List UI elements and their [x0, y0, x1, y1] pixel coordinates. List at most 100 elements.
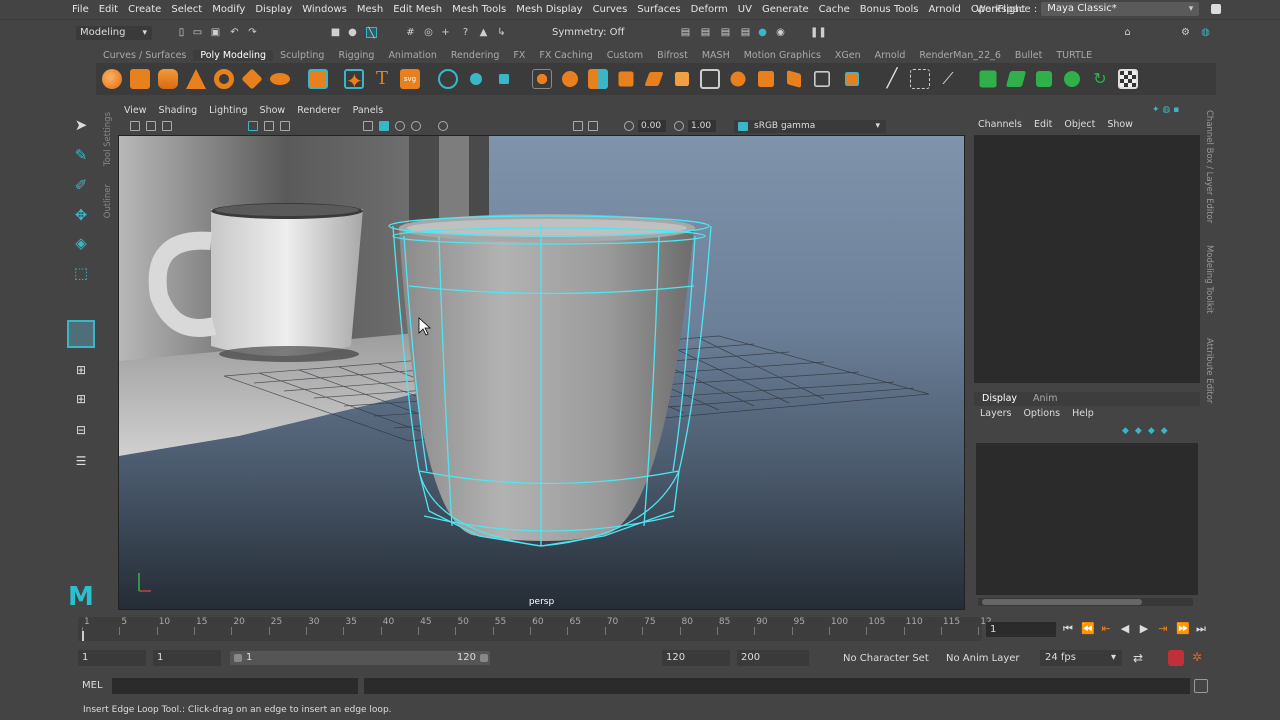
lock-icon[interactable]: [1211, 4, 1222, 14]
menu-create[interactable]: Create: [123, 4, 166, 15]
film-gate-icon[interactable]: [264, 121, 274, 131]
go-to-end-icon[interactable]: ⏭: [1195, 622, 1207, 636]
new-layer-icons[interactable]: ◆◆◆◆: [1122, 426, 1174, 436]
outliner-tab[interactable]: Outliner: [103, 184, 113, 218]
wireframe-icon[interactable]: [363, 121, 373, 131]
command-input[interactable]: [112, 678, 358, 694]
menu-edit[interactable]: Edit: [94, 4, 123, 15]
gamma-field[interactable]: 1.00: [688, 120, 716, 132]
poly-cube-icon[interactable]: [130, 69, 150, 89]
exposure-field[interactable]: 0.00: [638, 120, 666, 132]
shelf-tab-poly-modeling[interactable]: Poly Modeling: [193, 49, 274, 61]
mirror-icon[interactable]: [588, 69, 608, 89]
channels-menu[interactable]: Channels: [972, 119, 1028, 133]
select-tool-icon[interactable]: ➤: [70, 114, 92, 136]
channel-object-menu[interactable]: Object: [1058, 119, 1101, 133]
resolution-gate-icon[interactable]: [280, 121, 290, 131]
fps-dropdown[interactable]: 24 fps: [1040, 650, 1122, 666]
extrude-icon[interactable]: [644, 72, 664, 86]
layer-scrollbar[interactable]: [978, 598, 1193, 606]
redo-icon[interactable]: ↷: [247, 27, 258, 38]
menu-generate[interactable]: Generate: [757, 4, 814, 15]
camera-tools-icon[interactable]: ⌂: [1122, 27, 1133, 38]
current-frame-field[interactable]: 1: [986, 622, 1056, 637]
render-view-icon[interactable]: ▤: [680, 27, 691, 38]
step-forward-key-icon[interactable]: ⇥: [1157, 622, 1169, 636]
snap-point-icon[interactable]: +: [440, 27, 451, 38]
cylindrical-map-icon[interactable]: [1036, 71, 1052, 87]
viewport-menu-show[interactable]: Show: [254, 105, 292, 116]
layer-help-menu[interactable]: Help: [1066, 408, 1100, 419]
bevel-icon[interactable]: [675, 72, 689, 86]
script-language-toggle[interactable]: MEL: [82, 680, 103, 691]
checker-map-icon[interactable]: [1118, 69, 1138, 89]
extract-icon[interactable]: [562, 71, 578, 87]
symmetry-label[interactable]: Symmetry: Off: [552, 27, 624, 38]
append-icon[interactable]: [758, 71, 774, 87]
help-icon[interactable]: ?: [460, 27, 471, 38]
render-current-icon[interactable]: ▤: [700, 27, 711, 38]
bookmark-icon[interactable]: [162, 121, 172, 131]
channel-box-side-tab[interactable]: Channel Box / Layer Editor: [1204, 110, 1214, 223]
shelf-tab-bullet[interactable]: Bullet: [1008, 50, 1049, 61]
shelf-tab-motion-graphics[interactable]: Motion Graphics: [737, 50, 828, 61]
combine-icon[interactable]: [438, 69, 458, 89]
knife-icon[interactable]: ╱: [882, 69, 902, 89]
poly-sphere-icon[interactable]: [102, 69, 122, 89]
outliner-layout-icon[interactable]: ☰: [70, 450, 92, 472]
menu-windows[interactable]: Windows: [297, 4, 352, 15]
bounding-box-icon[interactable]: [814, 71, 830, 87]
workspace-icon[interactable]: ◍: [1200, 27, 1211, 38]
poly-disc-icon[interactable]: [270, 73, 290, 85]
shelf-tab-fx-caching[interactable]: FX Caching: [532, 50, 599, 61]
anim-layer-tab[interactable]: Anim: [1025, 392, 1065, 406]
camera-icon[interactable]: [130, 121, 140, 131]
poly-type-icon[interactable]: T: [372, 69, 392, 89]
layer-options-menu[interactable]: Options: [1017, 408, 1066, 419]
shelf-tab-rigging[interactable]: Rigging: [331, 50, 381, 61]
animation-end-field[interactable]: 200: [737, 650, 809, 666]
shelf-tab-sculpting[interactable]: Sculpting: [273, 50, 331, 61]
uv-editor-icon[interactable]: [979, 70, 997, 88]
ipr-render-icon[interactable]: ▤: [720, 27, 731, 38]
script-editor-icon[interactable]: [1194, 679, 1208, 693]
separate-icon[interactable]: [470, 73, 482, 85]
side-by-side-layout-icon[interactable]: ⊞: [70, 388, 92, 410]
xray-icon[interactable]: [588, 121, 598, 131]
modeling-toolkit-side-tab[interactable]: Modeling Toolkit: [1204, 245, 1214, 314]
smooth-icon[interactable]: [499, 74, 509, 84]
poly-cylinder-icon[interactable]: [158, 69, 178, 89]
menu-deform[interactable]: Deform: [686, 4, 733, 15]
step-back-key-icon[interactable]: ⇤: [1100, 622, 1112, 636]
shelf-tab-turtle[interactable]: TURTLE: [1049, 50, 1099, 61]
animation-prefs-icon[interactable]: ✲: [1192, 650, 1202, 664]
tool-settings-tab[interactable]: Tool Settings: [103, 112, 113, 166]
menu-display[interactable]: Display: [250, 4, 297, 15]
poly-plane-icon[interactable]: [241, 68, 263, 90]
super-shape-icon[interactable]: ✦: [344, 69, 364, 91]
shelf-tab-bifrost[interactable]: Bifrost: [650, 50, 695, 61]
lock-icon[interactable]: ▲: [478, 27, 489, 38]
time-slider[interactable]: 1 5 10 15 20 25 30 35 40 45 50 55 60 65 70 75 80 85 90 95 10…: [78, 617, 992, 641]
lights-icon[interactable]: [438, 121, 448, 131]
layers-menu[interactable]: Layers: [974, 408, 1017, 419]
select-tool-icon[interactable]: ╲: [366, 27, 377, 39]
shelf-tab-fx[interactable]: FX: [506, 50, 532, 61]
auto-key-icon[interactable]: [1168, 650, 1184, 666]
shelf-tab-renderman[interactable]: RenderMan_22_6: [912, 50, 1008, 61]
shelf-tab-custom[interactable]: Custom: [600, 50, 650, 61]
go-to-start-icon[interactable]: ⏮: [1062, 622, 1074, 636]
step-forward-icon[interactable]: ⏩: [1176, 622, 1190, 636]
menu-select[interactable]: Select: [166, 4, 207, 15]
lasso-tool-icon[interactable]: ✎: [70, 144, 92, 166]
persp-outliner-layout-icon[interactable]: ⊟: [70, 419, 92, 441]
spherical-map-icon[interactable]: [1064, 71, 1080, 87]
image-plane-icon[interactable]: [146, 121, 156, 131]
exposure-icon[interactable]: [624, 121, 634, 131]
range-slider[interactable]: 1 120: [230, 651, 490, 665]
step-back-icon[interactable]: ⏪: [1081, 622, 1095, 636]
bevel-edge-icon[interactable]: [730, 71, 746, 87]
shelf-tab-xgen[interactable]: XGen: [828, 50, 868, 61]
viewport-menu-renderer[interactable]: Renderer: [291, 105, 346, 116]
arnold-render-icon[interactable]: ●: [757, 27, 768, 38]
